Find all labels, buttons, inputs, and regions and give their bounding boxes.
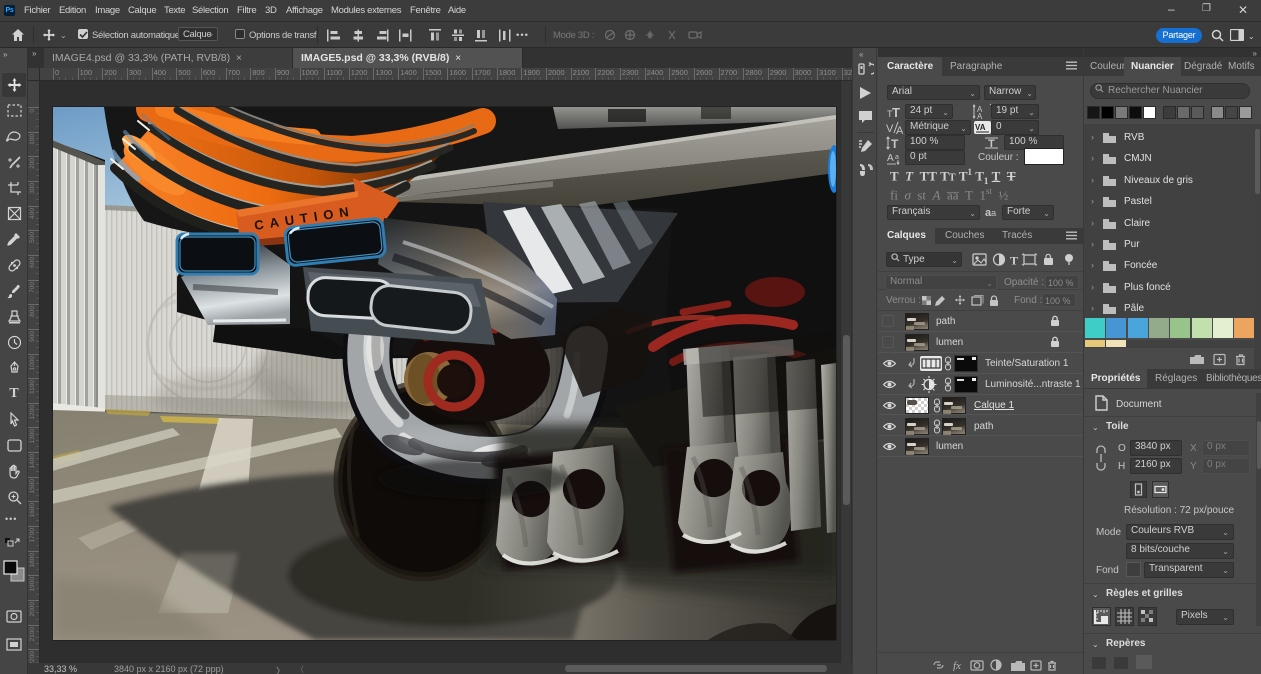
svg-text:T: T [892,105,900,118]
svg-text:T: T [988,138,995,150]
svg-text:V: V [886,123,894,135]
svg-text:fx: fx [953,660,961,671]
svg-text:A: A [887,153,894,164]
svg-text:A: A [896,125,903,135]
svg-text:a: a [895,154,899,161]
svg-text:T: T [891,137,899,150]
svg-text:T: T [1010,254,1018,267]
svg-text:A: A [977,112,983,119]
svg-text:VA: VA [975,123,986,132]
